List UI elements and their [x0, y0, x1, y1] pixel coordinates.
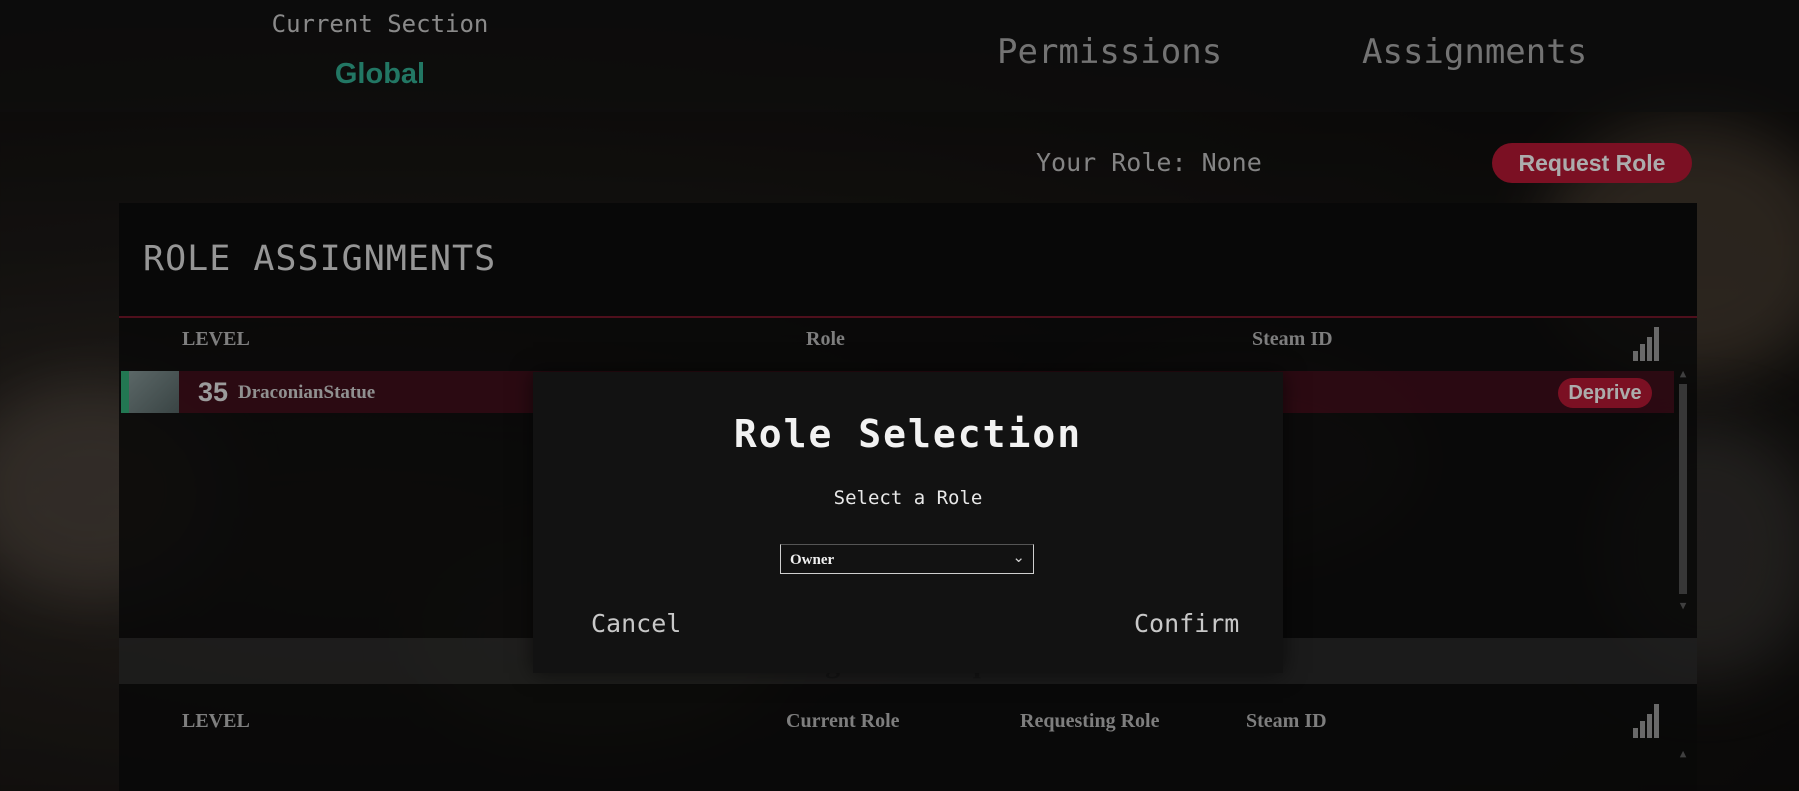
chevron-down-icon: ⌄ — [1012, 548, 1025, 566]
role-select[interactable]: Owner ⌄ — [780, 544, 1034, 574]
dialog-title: Role Selection — [733, 412, 1083, 456]
dialog-subtitle: Select a Role — [833, 487, 983, 509]
cancel-button[interactable]: Cancel — [591, 609, 681, 638]
role-select-value: Owner — [790, 552, 835, 568]
role-selection-dialog: Role Selection Select a Role Owner ⌄ Can… — [533, 372, 1283, 673]
confirm-button[interactable]: Confirm — [1134, 609, 1239, 638]
